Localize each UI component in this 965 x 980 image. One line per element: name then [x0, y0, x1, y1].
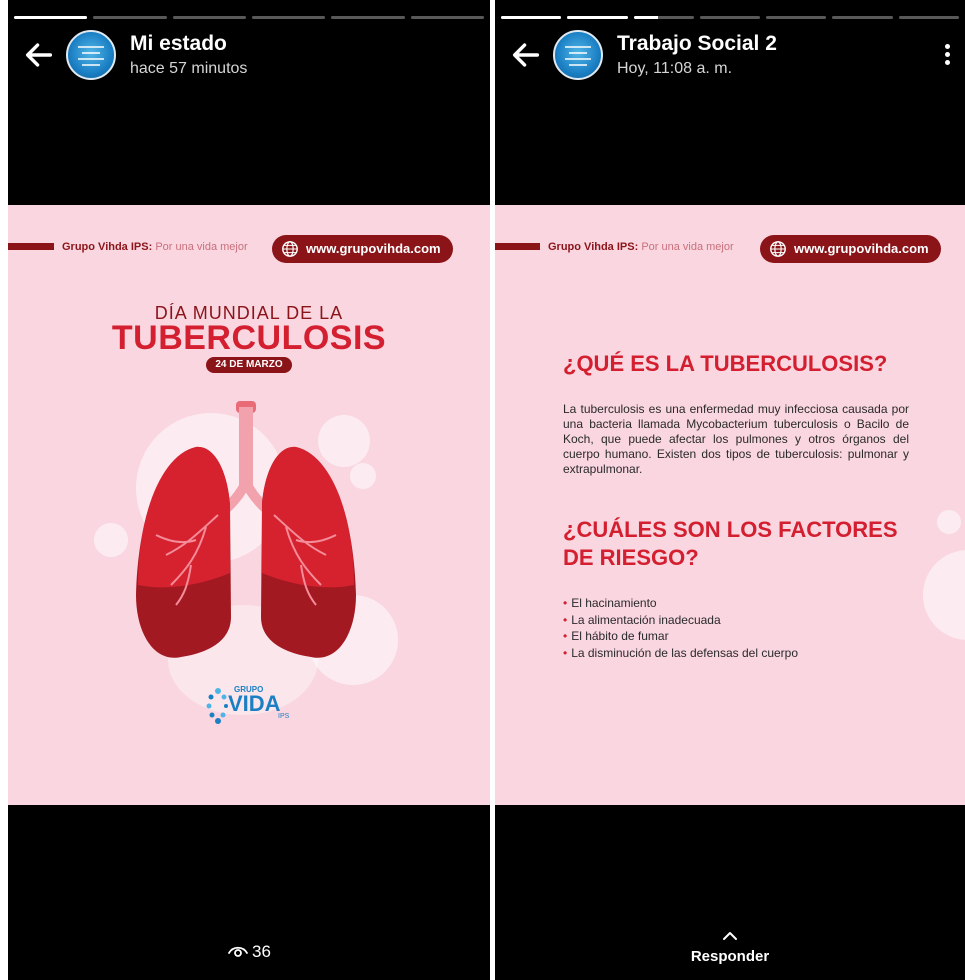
decor-bubble [94, 523, 128, 557]
views-counter[interactable]: 36 [8, 942, 490, 962]
decor-bubble [923, 550, 965, 640]
reply-button[interactable]: Responder [495, 948, 965, 965]
progress-segment [832, 16, 893, 19]
progress-segment [14, 16, 88, 19]
progress-segment [251, 16, 326, 19]
contact-name: Mi estado [130, 32, 227, 55]
more-options-icon[interactable] [945, 44, 951, 66]
back-arrow-icon[interactable] [509, 38, 543, 72]
list-item: La alimentación inadecuada [563, 612, 798, 629]
brand-bar [8, 243, 54, 250]
progress-segment [699, 16, 761, 19]
brand-line: Grupo Vihda IPS: Por una vida mejor [548, 241, 734, 253]
views-count: 36 [252, 942, 271, 961]
website-pill: www.grupovihda.com [760, 235, 941, 263]
decor-bubble [937, 510, 961, 534]
status-viewer-left[interactable]: Mi estado hace 57 minutos Grupo Vihda IP… [8, 0, 490, 980]
logo-dots-icon [206, 688, 228, 724]
globe-icon [282, 241, 298, 257]
status-time: hace 57 minutos [130, 60, 248, 77]
contact-name: Trabajo Social 2 [617, 32, 777, 55]
headline-main: TUBERCULOSIS [111, 319, 387, 357]
chevron-up-icon[interactable] [495, 928, 965, 942]
progress-segment [172, 16, 246, 19]
date-badge: 24 DE MARZO [206, 357, 292, 373]
status-time: Hoy, 11:08 a. m. [617, 60, 733, 77]
list-item: El hacinamiento [563, 595, 798, 612]
progress-segment [567, 16, 628, 19]
progress-segment [410, 16, 484, 19]
progress-segment [93, 16, 167, 19]
story-progress [495, 16, 965, 19]
progress-segment [501, 16, 562, 19]
eye-icon [228, 946, 248, 957]
progress-segment [766, 16, 827, 19]
question-heading-2: ¿CUÁLES SON LOS FACTORES DE RIESGO? [563, 517, 898, 570]
brand-line: Grupo Vihda IPS: Por una vida mejor [62, 241, 248, 253]
progress-segment [633, 16, 694, 19]
avatar[interactable] [66, 30, 116, 80]
story-progress [8, 16, 490, 19]
definition-paragraph: La tuberculosis es una enfermedad muy in… [563, 402, 909, 476]
status-header: Trabajo Social 2 Hoy, 11:08 a. m. [495, 30, 965, 80]
globe-icon [770, 241, 786, 257]
back-arrow-icon[interactable] [22, 38, 56, 72]
grupo-vida-logo: GRUPO VIDA IPS [206, 683, 296, 728]
risk-factor-list: El hacinamiento La alimentación inadecua… [563, 595, 798, 661]
list-item: La disminución de las defensas del cuerp… [563, 645, 798, 662]
status-viewer-right[interactable]: Trabajo Social 2 Hoy, 11:08 a. m. Grupo … [495, 0, 965, 980]
progress-segment [331, 16, 405, 19]
status-image: Grupo Vihda IPS: Por una vida mejor www.… [8, 205, 490, 805]
avatar[interactable] [553, 30, 603, 80]
status-image: Grupo Vihda IPS: Por una vida mejor www.… [495, 205, 965, 805]
website-pill: www.grupovihda.com [272, 235, 453, 263]
status-header: Mi estado hace 57 minutos [8, 30, 490, 80]
question-heading-1: ¿QUÉ ES LA TUBERCULOSIS? [563, 351, 888, 376]
lungs-illustration [136, 401, 356, 658]
list-item: El hábito de fumar [563, 628, 798, 645]
brand-bar [495, 243, 540, 250]
progress-segment [898, 16, 959, 19]
